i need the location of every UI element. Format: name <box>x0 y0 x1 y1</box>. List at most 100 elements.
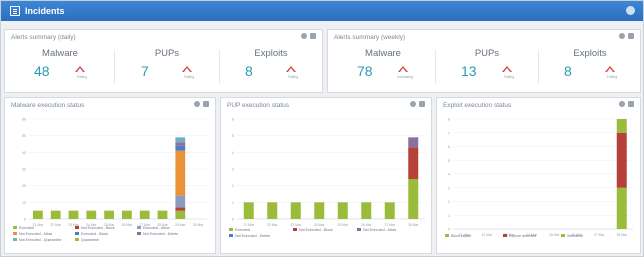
metric-exploits[interactable]: Exploits 8 Falling <box>221 46 321 86</box>
refresh-icon[interactable] <box>619 33 625 39</box>
trend-label: Increasing <box>396 75 414 79</box>
legend-swatch <box>13 226 17 229</box>
menu-icon[interactable] <box>310 33 316 39</box>
legend-swatch <box>293 228 297 231</box>
menu-icon[interactable] <box>203 101 209 107</box>
panel-actions <box>301 33 316 39</box>
menu-icon[interactable] <box>419 101 425 107</box>
metric-value: 78 <box>357 63 373 79</box>
trend-up-icon <box>398 66 408 72</box>
divider <box>219 50 220 84</box>
metric-pups[interactable]: PUPs 7 Falling <box>117 46 217 86</box>
legend-label: Not Executed - Block <box>81 226 115 230</box>
panel-title: Alerts summary (daily) <box>11 34 76 41</box>
x-tick-label: 21 Mar <box>243 223 254 227</box>
bar-segment <box>104 210 114 219</box>
y-tick-label: 10 <box>22 201 26 205</box>
refresh-icon[interactable] <box>194 101 200 107</box>
trend-indicator: Falling <box>177 66 197 82</box>
y-tick-label: 5 <box>448 159 450 163</box>
refresh-icon[interactable] <box>410 101 416 107</box>
y-tick-label: 50 <box>22 134 26 138</box>
metric-label: Exploits <box>254 48 288 59</box>
y-tick-label: 7 <box>448 131 450 135</box>
refresh-icon[interactable] <box>301 33 307 39</box>
refresh-icon[interactable] <box>619 101 625 107</box>
trend-indicator: Falling <box>281 66 301 82</box>
legend-label: Executed <box>19 226 34 230</box>
trend-up-icon <box>502 66 512 72</box>
metric-value: 7 <box>141 63 149 79</box>
y-tick-label: 0 <box>24 218 26 222</box>
y-tick-label: 4 <box>232 151 234 155</box>
y-tick-label: 6 <box>232 118 234 122</box>
legend-swatch <box>503 234 507 237</box>
trend-up-icon <box>75 66 85 72</box>
trend-indicator: Falling <box>497 66 517 82</box>
alerts-summary-weekly: Alerts summary (weekly) Malware 78 Incre… <box>327 29 641 93</box>
y-tick-label: 20 <box>22 184 26 188</box>
incidents-header: Incidents <box>1 1 643 21</box>
y-tick-label: 1 <box>448 214 450 218</box>
trend-indicator: Increasing <box>393 66 413 82</box>
legend-label: Sefinance <box>567 234 583 238</box>
exploit-execution-panel: Exploit execution status 0 1 2 3 4 5 6 7 8 21 Mar… <box>436 97 641 254</box>
metric-malware[interactable]: Malware 78 Increasing <box>333 46 433 86</box>
bar-segment <box>68 210 79 219</box>
trend-up-icon <box>605 66 615 72</box>
bar-segment <box>175 207 186 211</box>
menu-icon[interactable] <box>628 101 634 107</box>
x-tick-label: 27 Mar <box>594 233 605 237</box>
trend-label: Falling <box>503 75 515 79</box>
metric-value: 8 <box>245 63 253 79</box>
y-tick-label: 2 <box>448 200 450 204</box>
legend-swatch <box>13 238 17 241</box>
header-title: Incidents <box>25 6 65 16</box>
trend-indicator: Falling <box>70 66 90 82</box>
x-tick-label: 29 Mar <box>175 223 186 227</box>
legend-swatch <box>137 226 141 229</box>
settings-icon[interactable] <box>626 6 635 15</box>
bar-segment <box>361 202 372 219</box>
bar-segment <box>616 119 627 133</box>
metric-malware[interactable]: Malware 48 Falling <box>10 46 110 86</box>
legend-label: Not Executed - Allow <box>19 232 53 236</box>
panel-actions <box>619 33 634 39</box>
bar-segment <box>139 210 150 219</box>
metric-exploits[interactable]: Exploits 8 Falling <box>540 46 640 86</box>
x-tick-label: 22 Mar <box>267 223 278 227</box>
bar-segment <box>290 202 301 219</box>
menu-icon[interactable] <box>628 33 634 39</box>
metric-pups[interactable]: PUPs 13 Falling <box>437 46 537 86</box>
x-tick-label: 22 Mar <box>50 223 61 227</box>
trend-indicator: Falling <box>600 66 620 82</box>
x-tick-label: 28 Mar <box>616 233 627 237</box>
x-tick-label: 30 Mar <box>193 223 204 227</box>
trend-label: Falling <box>76 75 88 79</box>
metric-label: Malware <box>365 48 401 59</box>
metric-label: Malware <box>42 48 78 59</box>
legend-swatch <box>75 226 79 229</box>
panel-title: PUP execution status <box>227 102 290 109</box>
bar-segment <box>408 137 419 148</box>
x-tick-label: 22 Mar <box>481 233 492 237</box>
panel-actions <box>619 101 634 107</box>
x-tick-label: 23 Mar <box>290 223 301 227</box>
y-tick-label: 8 <box>448 118 450 122</box>
panel-title: Malware execution status <box>11 102 85 109</box>
bar-segment <box>175 145 186 151</box>
bar-segment <box>408 179 419 219</box>
pup-execution-panel: PUP execution status 0 1 2 3 4 5 6 21 Mar 22 Mar… <box>220 97 432 254</box>
y-tick-label: 2 <box>232 184 234 188</box>
incidents-dashboard: Incidents Alerts summary (daily) Malware… <box>0 0 644 257</box>
y-tick-label: 3 <box>448 186 450 190</box>
legend-label: Not Executed - Delete <box>143 232 178 236</box>
metric-value: 13 <box>461 63 477 79</box>
legend-swatch <box>445 234 449 237</box>
y-tick-label: 40 <box>22 151 26 155</box>
bar-segment <box>616 132 627 188</box>
panel-actions <box>194 101 209 107</box>
y-tick-label: 3 <box>232 168 234 172</box>
legend-swatch <box>75 232 79 235</box>
x-tick-label: 28 Mar <box>408 223 419 227</box>
